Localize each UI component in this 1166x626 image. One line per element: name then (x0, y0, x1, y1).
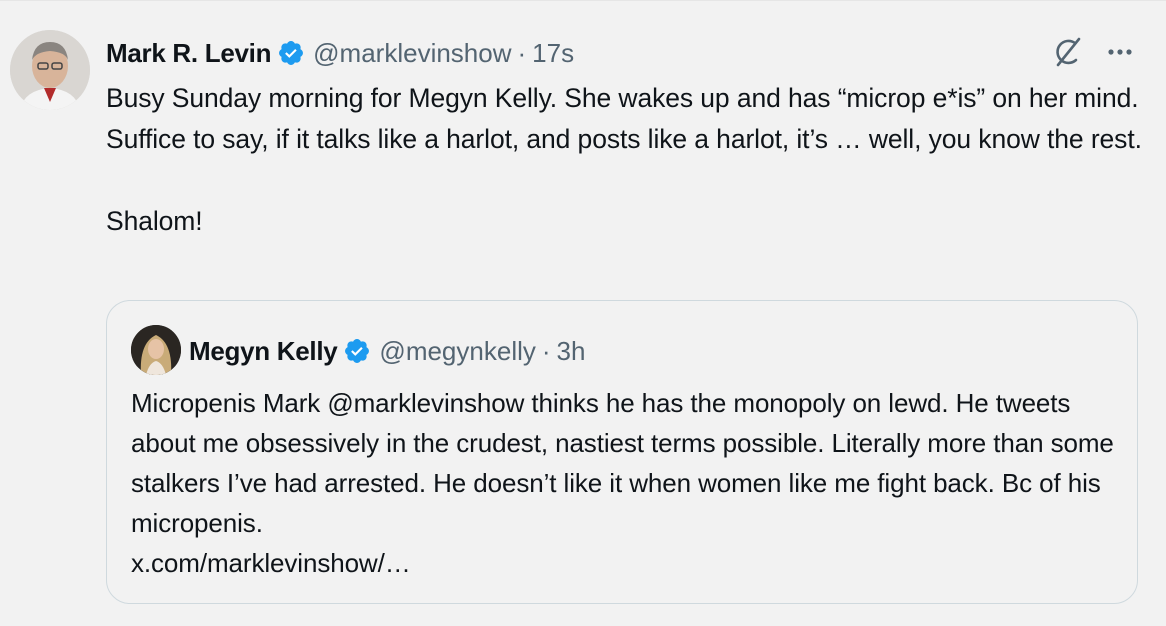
quoted-tweet-text: Micropenis Mark @marklevinshow thinks he… (131, 388, 1114, 578)
author-handle[interactable]: @marklevinshow (313, 38, 511, 69)
top-divider (0, 0, 1166, 1)
grok-icon[interactable] (1048, 34, 1088, 70)
quoted-tweet-header: Megyn Kelly @megynkelly · 3h (189, 331, 585, 371)
separator-dot: · (541, 335, 551, 366)
quoted-author-handle[interactable]: @megynkelly (379, 336, 535, 367)
quoted-tweet-timestamp[interactable]: 3h (557, 336, 586, 367)
avatar[interactable] (10, 30, 90, 110)
quoted-author-name[interactable]: Megyn Kelly (189, 336, 338, 367)
tweet-text: Busy Sunday morning for Megyn Kelly. She… (106, 83, 1142, 236)
author-name[interactable]: Mark R. Levin (106, 38, 271, 69)
quoted-avatar-image (131, 325, 181, 375)
tweet-header: Mark R. Levin @marklevinshow · 17s (106, 33, 574, 73)
separator-dot: · (517, 37, 527, 68)
tweet-timestamp[interactable]: 17s (532, 38, 574, 69)
quoted-author-avatar[interactable] (131, 325, 181, 375)
verified-badge-icon (277, 39, 305, 67)
avatar-image (10, 30, 90, 110)
more-options-icon[interactable] (1100, 34, 1140, 70)
verified-badge-icon (343, 337, 371, 365)
quoted-tweet-card[interactable]: Megyn Kelly @megynkelly · 3h Micropenis … (106, 300, 1138, 604)
